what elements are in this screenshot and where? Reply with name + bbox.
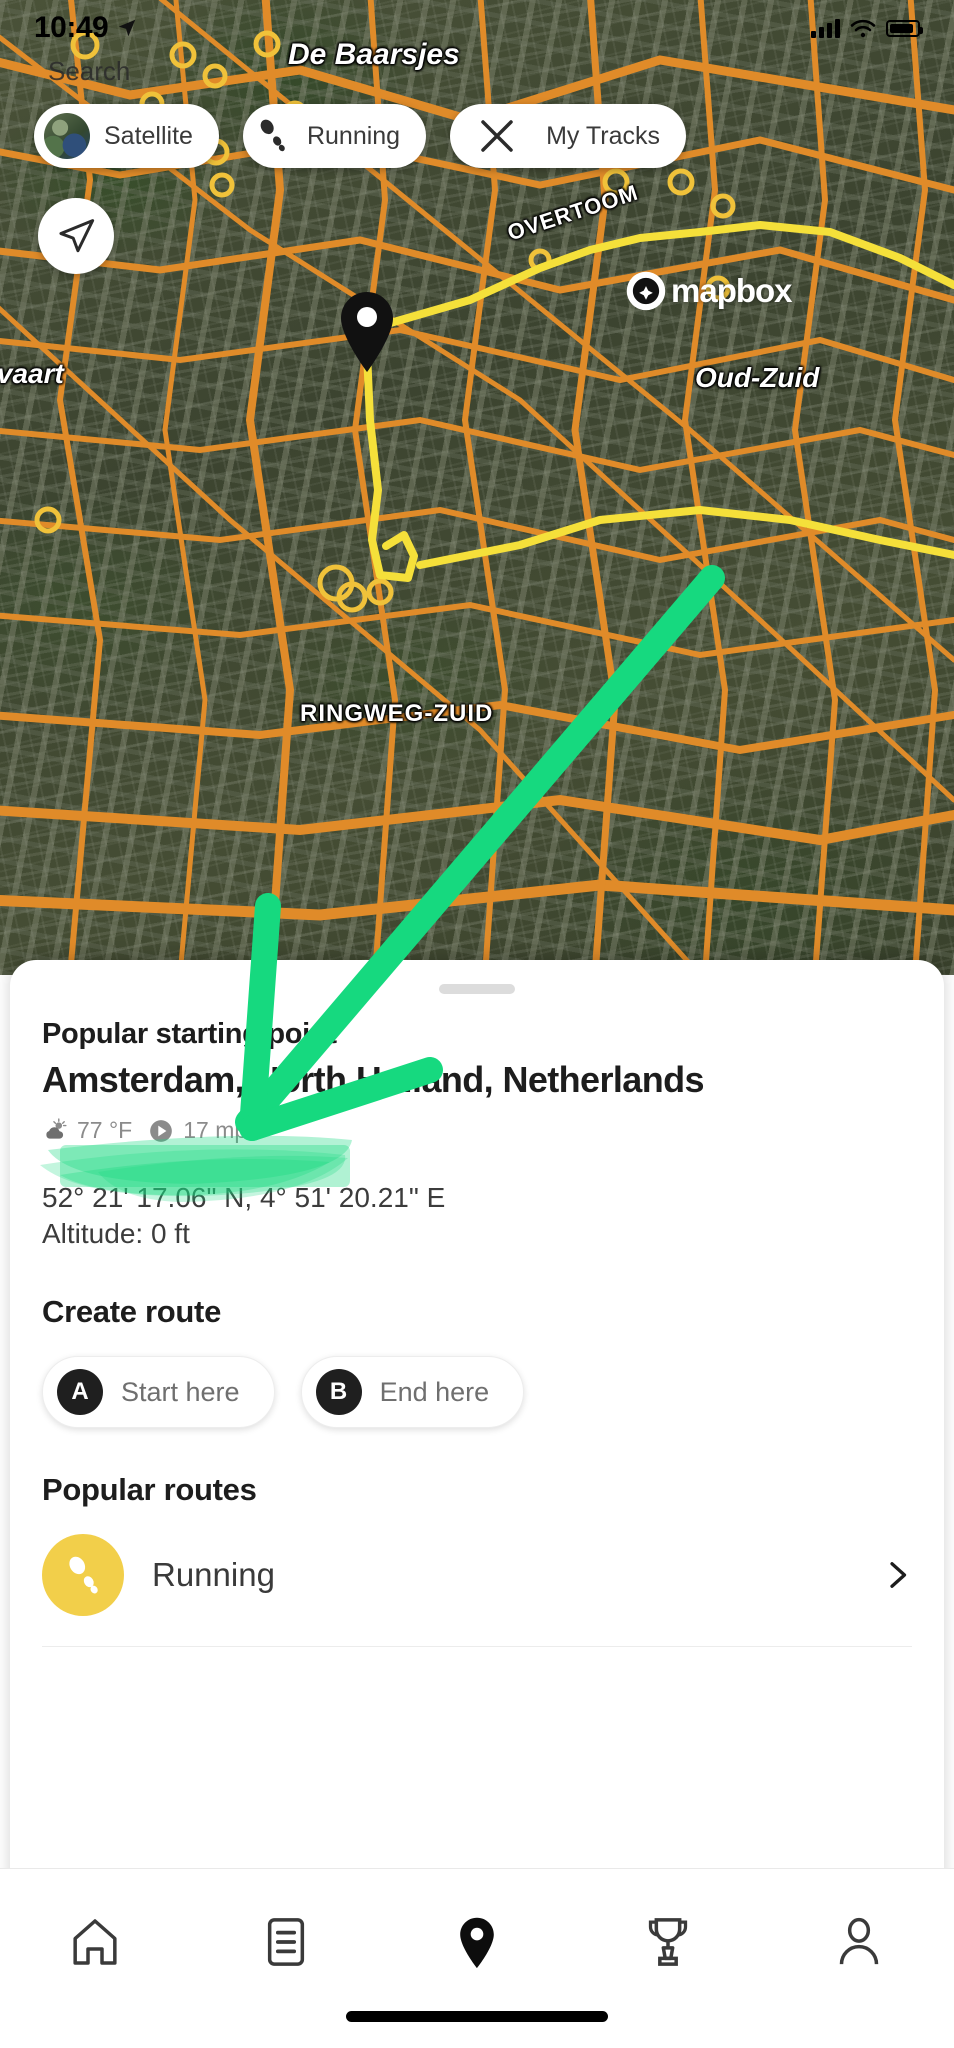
chip-running[interactable]: Running xyxy=(242,104,427,168)
chip-my-tracks-label: My Tracks xyxy=(546,121,660,150)
badge-a: A xyxy=(57,1369,103,1415)
map-view[interactable]: De Baarsjes Oud-Zuid rvaart OVERTOOM RIN… xyxy=(0,0,954,975)
wind-direction-icon xyxy=(150,1119,173,1142)
wind-item: 17 mph xyxy=(148,1117,260,1144)
mapbox-wordmark: mapbox xyxy=(671,272,793,309)
sun-cloud-icon xyxy=(46,1117,67,1139)
tab-feed[interactable] xyxy=(226,1897,346,1987)
chevron-right-icon xyxy=(890,1562,907,1588)
shoe-print-icon xyxy=(69,1556,98,1594)
map-pin-icon xyxy=(460,1917,494,1969)
tab-map[interactable] xyxy=(417,1897,537,1987)
sheet-drag-handle[interactable] xyxy=(439,984,515,994)
popular-route-item-running[interactable]: Running xyxy=(42,1534,912,1647)
start-here-label: Start here xyxy=(121,1376,240,1407)
badge-b: B xyxy=(315,1369,362,1415)
popular-route-label: Running xyxy=(152,1556,275,1593)
end-here-label: End here xyxy=(379,1376,490,1407)
shoe-print-icon xyxy=(260,119,285,152)
person-icon xyxy=(839,1917,878,1965)
popular-routes-heading: Popular routes xyxy=(42,1472,257,1507)
altitude-text: Altitude: 0 ft xyxy=(42,1218,190,1249)
globe-icon xyxy=(44,113,90,159)
map-filter-chips: Satellite Running My Tracks xyxy=(34,104,686,168)
home-indicator xyxy=(346,2011,608,2022)
tab-home[interactable] xyxy=(35,1897,155,1987)
phone-screen: De Baarsjes Oud-Zuid rvaart OVERTOOM RIN… xyxy=(0,0,954,2048)
start-here-button[interactable]: A Start here xyxy=(42,1356,275,1428)
coordinates-text: 52° 21' 17.06" N, 4° 51' 20.21" E xyxy=(42,1182,446,1213)
home-icon xyxy=(73,1919,117,1965)
temperature-value: 77 °F xyxy=(77,1117,133,1143)
chip-satellite[interactable]: Satellite xyxy=(34,104,219,168)
trophy-icon xyxy=(648,1918,687,1966)
route-activity-avatar xyxy=(42,1534,124,1616)
close-x-icon xyxy=(481,120,513,152)
mapbox-attribution[interactable]: mapbox xyxy=(625,270,793,312)
wind-value: 17 mph xyxy=(183,1117,260,1143)
mapbox-logo-icon xyxy=(626,271,666,311)
tab-profile[interactable] xyxy=(799,1897,919,1987)
tab-challenges[interactable] xyxy=(608,1897,728,1987)
navigation-arrow-icon xyxy=(59,219,95,253)
end-here-button[interactable]: B End here xyxy=(300,1356,525,1428)
map-pin-icon xyxy=(341,292,393,372)
locate-me-button[interactable] xyxy=(38,198,114,274)
create-route-buttons: A Start here B End here xyxy=(42,1356,912,1428)
create-route-heading: Create route xyxy=(42,1294,222,1329)
chip-my-tracks[interactable]: My Tracks xyxy=(450,104,686,168)
map-pin-marker[interactable] xyxy=(337,290,397,379)
list-icon xyxy=(268,1918,305,1966)
weather-row: 77 °F 17 mph xyxy=(42,1117,912,1144)
chip-running-label: Running xyxy=(306,121,401,150)
temperature-item: 77 °F xyxy=(42,1117,132,1144)
place-title: Amsterdam, North Holland, Netherlands xyxy=(42,1059,705,1100)
chip-satellite-label: Satellite xyxy=(104,121,193,150)
sheet-eyebrow: Popular starting point xyxy=(42,1018,337,1050)
